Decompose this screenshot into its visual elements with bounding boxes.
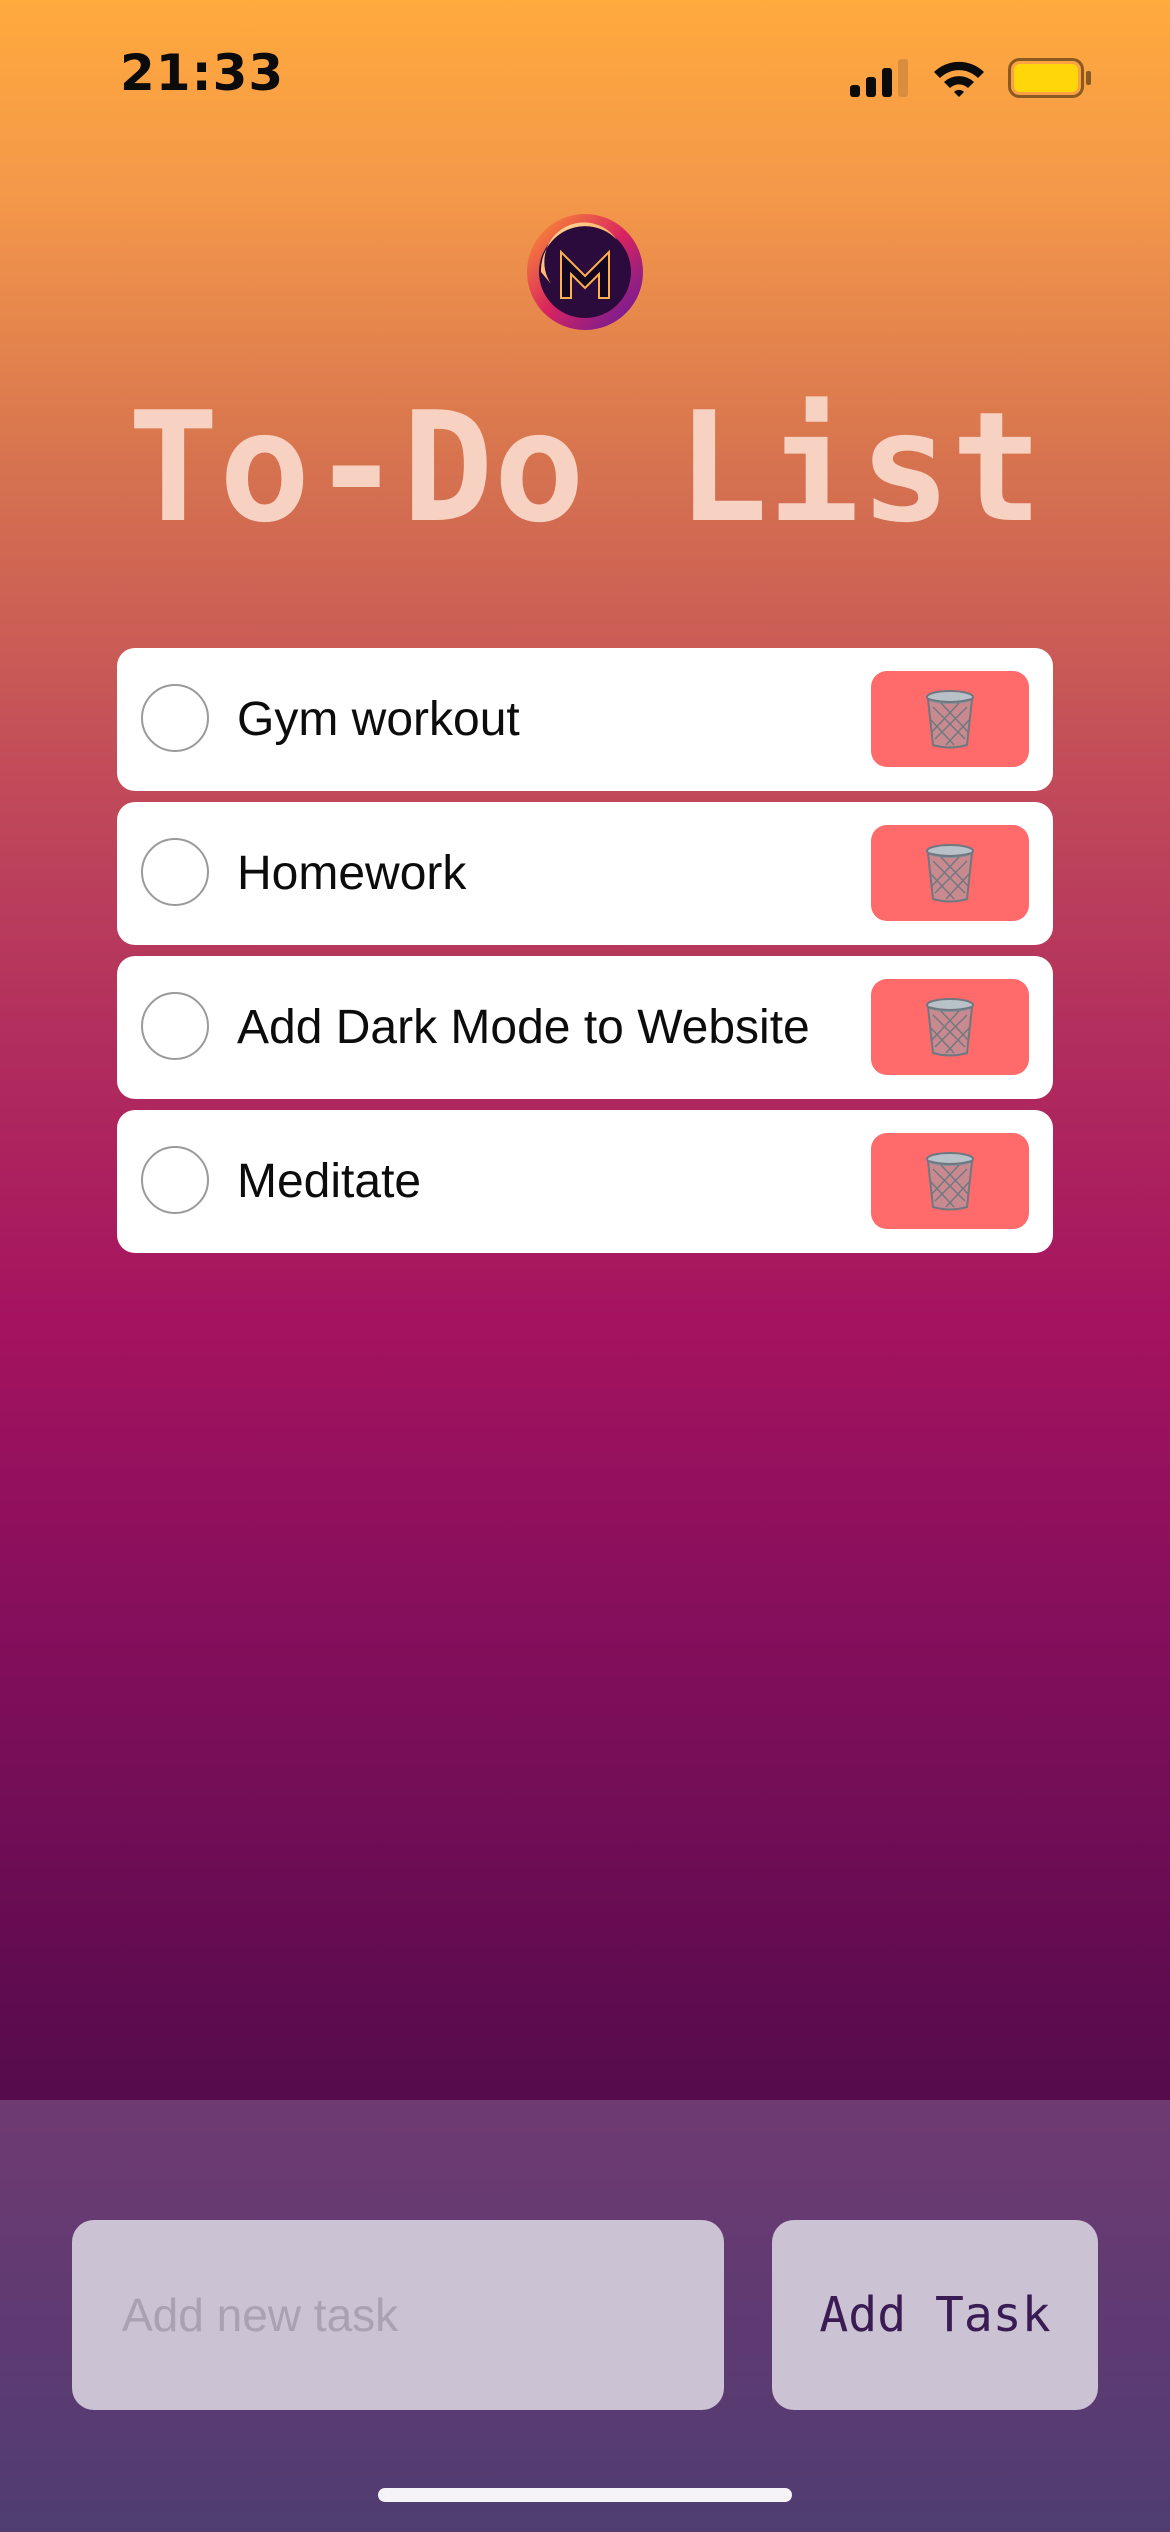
m-logo-icon bbox=[527, 214, 643, 330]
delete-task-button[interactable] bbox=[871, 825, 1029, 921]
status-time: 21:33 bbox=[120, 44, 285, 102]
add-task-button[interactable]: Add Task bbox=[772, 2220, 1098, 2410]
task-list: Gym workout Homework Add Dark Mode to We… bbox=[117, 648, 1053, 1264]
task-complete-checkbox[interactable] bbox=[141, 992, 209, 1060]
new-task-placeholder: Add new task bbox=[122, 2289, 399, 2341]
task-label: Meditate bbox=[237, 1155, 422, 1208]
new-task-input[interactable]: Add new task bbox=[72, 2220, 724, 2410]
task-label: Homework bbox=[237, 847, 467, 900]
page-title: To-Do List bbox=[127, 379, 1043, 556]
task-item: Meditate bbox=[117, 1110, 1053, 1253]
trash-can-icon bbox=[926, 998, 974, 1057]
home-indicator[interactable] bbox=[378, 2488, 792, 2502]
delete-task-button[interactable] bbox=[871, 1133, 1029, 1229]
task-complete-checkbox[interactable] bbox=[141, 1146, 209, 1214]
trash-can-icon bbox=[926, 844, 974, 903]
task-complete-checkbox[interactable] bbox=[141, 838, 209, 906]
new-task-panel: Add new task Add Task bbox=[0, 2100, 1170, 2532]
cellular-signal-icon bbox=[850, 59, 908, 97]
task-label: Gym workout bbox=[237, 693, 520, 746]
battery-icon bbox=[1008, 58, 1091, 98]
task-item: Gym workout bbox=[117, 648, 1053, 791]
task-label: Add Dark Mode to Website bbox=[237, 1001, 810, 1054]
status-icons bbox=[850, 54, 1092, 102]
app-screen: 21:33 To-Do List Gym workout Homework Ad… bbox=[0, 0, 1170, 2532]
trash-can-icon bbox=[926, 690, 974, 749]
task-item: Add Dark Mode to Website bbox=[117, 956, 1053, 1099]
trash-can-icon bbox=[926, 1152, 974, 1211]
task-item: Homework bbox=[117, 802, 1053, 945]
delete-task-button[interactable] bbox=[871, 671, 1029, 767]
delete-task-button[interactable] bbox=[871, 979, 1029, 1075]
wifi-icon bbox=[934, 61, 984, 97]
task-complete-checkbox[interactable] bbox=[141, 684, 209, 752]
